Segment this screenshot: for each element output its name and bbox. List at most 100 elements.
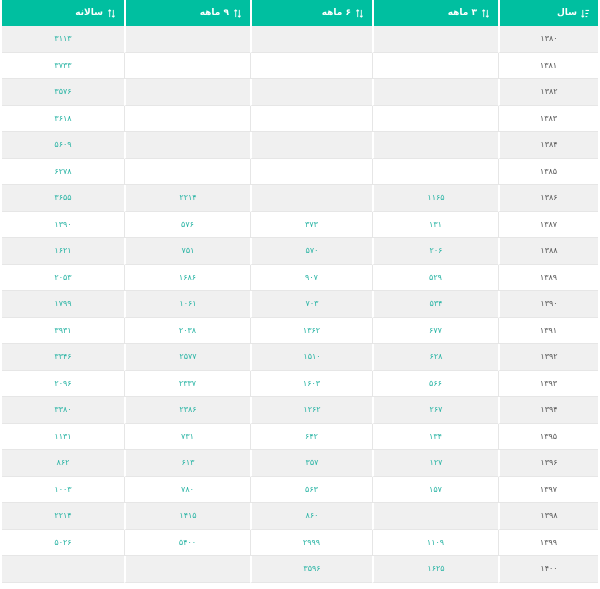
table-row: ۱۳۸۴ ۵۶۰۹ — [2, 132, 598, 159]
cell-9-month — [124, 79, 250, 106]
cell-6-month: ۳۵۹۶ — [250, 556, 372, 583]
table-row: ۱۳۸۱ ۳۷۳۳ — [2, 52, 598, 79]
cell-9-month: ۲۰۳۸ — [124, 317, 250, 344]
cell-3-month — [372, 79, 498, 106]
cell-6-month: ۱۲۶۲ — [250, 397, 372, 424]
column-header-annual[interactable]: سالانه — [2, 0, 124, 26]
table-row: ۱۳۸۰ ۳۱۱۳ — [2, 26, 598, 53]
cell-annual: ۶۲۷۸ — [2, 158, 124, 185]
cell-annual: ۳۱۱۳ — [2, 26, 124, 53]
cell-6-month: ۱۳۶۲ — [250, 317, 372, 344]
table-row: ۱۳۹۳ ۵۶۶ ۱۶۰۳ ۲۳۳۷ ۲۰۹۶ — [2, 370, 598, 397]
sort-arrows-icon[interactable] — [355, 8, 364, 18]
table-row: ۱۳۹۷ ۱۵۷ ۵۶۳ ۷۸۰ ۱۰۰۳ — [2, 476, 598, 503]
table-row: ۱۳۹۲ ۶۲۸ ۱۵۱۰ ۲۵۷۷ ۳۳۴۶ — [2, 344, 598, 371]
cell-annual: ۳۵۷۶ — [2, 79, 124, 106]
cell-3-month: ۱۳۱ — [372, 211, 498, 238]
sort-arrows-icon[interactable] — [233, 8, 242, 18]
cell-year: ۱۳۹۹ — [498, 529, 598, 556]
table-row: ۱۳۹۱ ۶۷۷ ۱۳۶۲ ۲۰۳۸ ۳۹۳۱ — [2, 317, 598, 344]
column-header-9-month[interactable]: ۹ ماهه — [124, 0, 250, 26]
cell-3-month: ۱۱۰۹ — [372, 529, 498, 556]
table-row: ۱۴۰۰ ۱۶۲۵ ۳۵۹۶ — [2, 556, 598, 583]
cell-6-month — [250, 185, 372, 212]
cell-3-month — [372, 105, 498, 132]
cell-3-month — [372, 26, 498, 53]
cell-9-month — [124, 158, 250, 185]
column-header-year[interactable]: سال — [498, 0, 598, 26]
cell-3-month — [372, 132, 498, 159]
cell-year: ۱۳۹۵ — [498, 423, 598, 450]
cell-year: ۱۳۸۹ — [498, 264, 598, 291]
cell-year: ۱۳۹۴ — [498, 397, 598, 424]
sort-arrows-icon[interactable] — [481, 8, 490, 18]
cell-year: ۱۳۹۷ — [498, 476, 598, 503]
table-row: ۱۳۹۹ ۱۱۰۹ ۲۹۹۹ ۵۴۰۰ ۵۰۲۶ — [2, 529, 598, 556]
sort-arrows-icon[interactable] — [107, 8, 116, 18]
sort-numeric-desc-icon[interactable] — [581, 9, 590, 18]
table-header-row: سال ۳ ماهه ۶ ماهه ۹ ماهه سالانه — [2, 0, 598, 26]
cell-3-month: ۱۶۲۵ — [372, 556, 498, 583]
cell-6-month — [250, 132, 372, 159]
cell-9-month: ۵۷۶ — [124, 211, 250, 238]
cell-9-month: ۷۳۱ — [124, 423, 250, 450]
cell-9-month: ۱۶۸۶ — [124, 264, 250, 291]
table-row: ۱۳۸۵ ۶۲۷۸ — [2, 158, 598, 185]
cell-annual: ۳۷۳۳ — [2, 52, 124, 79]
cell-6-month — [250, 158, 372, 185]
cell-year: ۱۳۸۱ — [498, 52, 598, 79]
cell-annual: ۲۰۵۳ — [2, 264, 124, 291]
cell-annual: ۱۰۰۳ — [2, 476, 124, 503]
cell-annual: ۱۶۲۱ — [2, 238, 124, 265]
table-row: ۱۳۸۸ ۲۰۶ ۵۷۰ ۷۵۱ ۱۶۲۱ — [2, 238, 598, 265]
cell-6-month: ۵۷۰ — [250, 238, 372, 265]
cell-6-month: ۳۷۳ — [250, 211, 372, 238]
cell-annual: ۳۶۵۵ — [2, 185, 124, 212]
cell-3-month: ۱۳۴ — [372, 423, 498, 450]
table-row: ۱۳۸۳ ۳۶۱۸ — [2, 105, 598, 132]
cell-annual: ۲۲۱۴ — [2, 503, 124, 530]
cell-3-month: ۵۶۶ — [372, 370, 498, 397]
cell-3-month: ۵۲۹ — [372, 264, 498, 291]
cell-3-month: ۱۵۷ — [372, 476, 498, 503]
cell-3-month — [372, 158, 498, 185]
cell-year: ۱۳۸۴ — [498, 132, 598, 159]
cell-6-month: ۱۶۰۳ — [250, 370, 372, 397]
cell-year: ۱۳۸۵ — [498, 158, 598, 185]
cell-year: ۱۳۸۸ — [498, 238, 598, 265]
cell-annual: ۵۶۰۹ — [2, 132, 124, 159]
table-row: ۱۳۹۰ ۵۳۴ ۷۰۳ ۱۰۶۱ ۱۷۹۹ — [2, 291, 598, 318]
cell-annual: ۸۶۲ — [2, 450, 124, 477]
cell-year: ۱۳۸۰ — [498, 26, 598, 53]
cell-year: ۱۳۸۲ — [498, 79, 598, 106]
cell-9-month — [124, 132, 250, 159]
cell-9-month: ۷۵۱ — [124, 238, 250, 265]
cell-6-month: ۸۶۰ — [250, 503, 372, 530]
cell-year: ۱۳۹۱ — [498, 317, 598, 344]
table-row: ۱۳۸۲ ۳۵۷۶ — [2, 79, 598, 106]
table-row: ۱۳۸۷ ۱۳۱ ۳۷۳ ۵۷۶ ۱۳۹۰ — [2, 211, 598, 238]
cell-annual: ۲۰۹۶ — [2, 370, 124, 397]
cell-9-month: ۲۵۷۷ — [124, 344, 250, 371]
cell-year: ۱۳۹۳ — [498, 370, 598, 397]
cell-6-month: ۵۶۳ — [250, 476, 372, 503]
column-header-6-month[interactable]: ۶ ماهه — [250, 0, 372, 26]
column-header-3-month-label: ۳ ماهه — [447, 8, 477, 18]
cell-annual: ۱۳۹۰ — [2, 211, 124, 238]
cell-annual: ۵۰۲۶ — [2, 529, 124, 556]
cell-6-month: ۲۹۹۹ — [250, 529, 372, 556]
table-row: ۱۳۸۹ ۵۲۹ ۹۰۷ ۱۶۸۶ ۲۰۵۳ — [2, 264, 598, 291]
cell-9-month: ۱۰۶۱ — [124, 291, 250, 318]
column-header-9-month-label: ۹ ماهه — [199, 8, 229, 18]
table-row: ۱۳۹۶ ۱۲۷ ۳۵۷ ۶۱۳ ۸۶۲ — [2, 450, 598, 477]
cell-annual: ۱۷۹۹ — [2, 291, 124, 318]
column-header-6-month-label: ۶ ماهه — [321, 8, 351, 18]
cell-9-month — [124, 556, 250, 583]
cell-9-month: ۶۱۳ — [124, 450, 250, 477]
table-row: ۱۳۸۶ ۱۱۶۵ ۲۲۱۴ ۳۶۵۵ — [2, 185, 598, 212]
column-header-3-month[interactable]: ۳ ماهه — [372, 0, 498, 26]
cell-annual: ۳۶۱۸ — [2, 105, 124, 132]
cell-year: ۱۳۸۳ — [498, 105, 598, 132]
cell-6-month — [250, 105, 372, 132]
cell-annual — [2, 556, 124, 583]
